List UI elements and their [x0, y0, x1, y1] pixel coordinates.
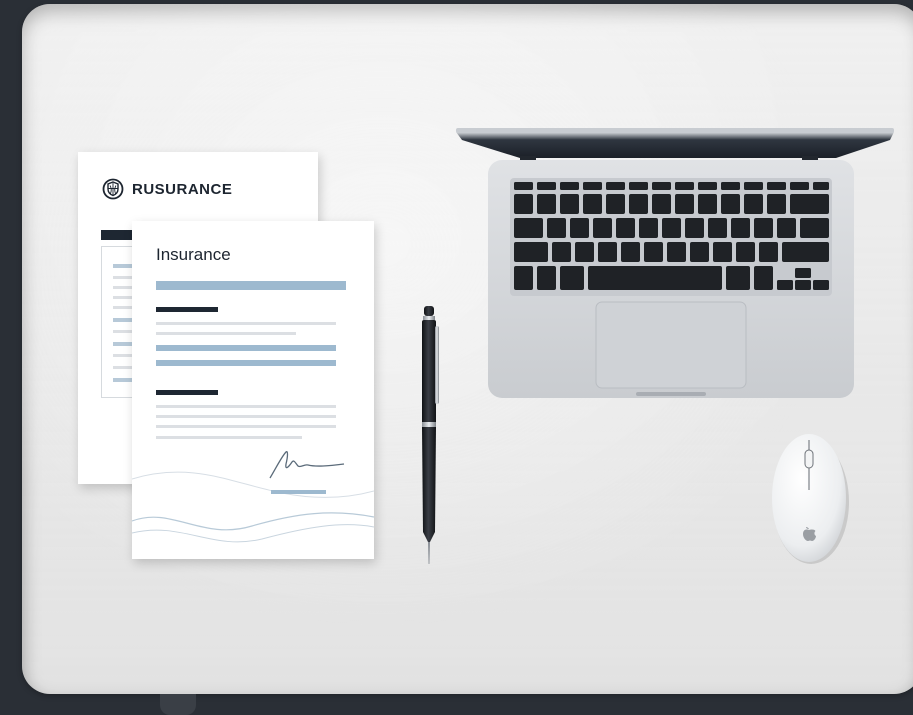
text-line [156, 415, 336, 418]
brand-name: RUSURANCE [132, 180, 233, 198]
back-sheet-line [113, 366, 132, 369]
text-line [156, 405, 336, 408]
back-sheet-line [113, 286, 132, 289]
highlight-line [156, 360, 336, 366]
text-line [156, 425, 336, 428]
text-line [156, 322, 336, 325]
desk-leg [160, 694, 196, 715]
signature-icon [269, 450, 345, 479]
back-sheet-line [113, 354, 132, 357]
highlight-line [156, 345, 336, 351]
back-sheet-line [113, 378, 132, 382]
document-brand: RUSURANCE [102, 178, 232, 200]
back-sheet-line [113, 330, 132, 333]
back-sheet-column-border [101, 246, 133, 398]
back-sheet-line [113, 276, 132, 279]
laptop [456, 128, 894, 398]
pen [422, 306, 439, 564]
signature-line [271, 490, 326, 494]
section-heading-bar [156, 307, 218, 312]
back-sheet-line [113, 318, 132, 322]
desk-scene: RUSURANCE Insurance [0, 0, 913, 715]
document-title: Insurance [156, 245, 231, 264]
back-sheet-header-bar [101, 230, 133, 240]
back-sheet-line [113, 296, 132, 299]
section-heading-bar [156, 390, 218, 395]
title-underline-bar [156, 281, 346, 290]
mouse [772, 434, 849, 564]
back-sheet-line [113, 342, 132, 346]
text-line [156, 436, 302, 439]
text-line [156, 332, 296, 335]
back-sheet-line [113, 264, 132, 268]
back-sheet-line [113, 306, 132, 309]
shield-globe-icon [102, 178, 124, 200]
